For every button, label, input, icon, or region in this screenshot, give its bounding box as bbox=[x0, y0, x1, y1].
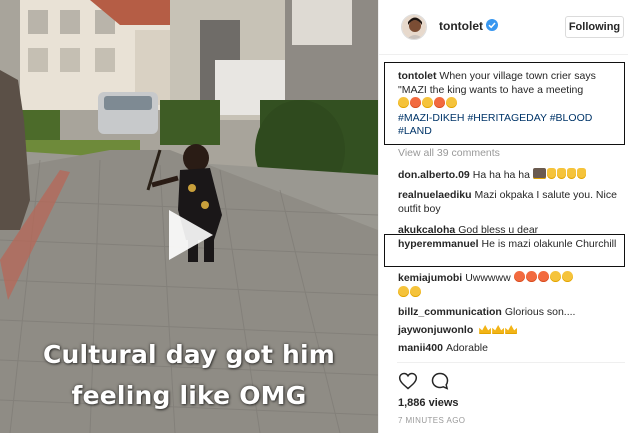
comments-list[interactable]: tontolet When your village town crier sa… bbox=[379, 62, 628, 362]
comment-item: realnuelaediku Mazi okpaka I salute you. … bbox=[398, 189, 623, 216]
emoji-family-icon bbox=[532, 168, 546, 179]
hashtag-heritageday[interactable]: #HERITAGEDAY bbox=[467, 112, 546, 124]
emoji-smile-icon bbox=[410, 285, 421, 297]
comment-text: Uwwwww bbox=[465, 272, 511, 284]
emoji-smile-icon bbox=[398, 285, 409, 297]
hashtag-mazi-dikeh[interactable]: #MAZI-DIKEH bbox=[398, 112, 465, 124]
caption-text: tontolet When your village town crier sa… bbox=[398, 70, 618, 139]
comment-username[interactable]: billz_communication bbox=[398, 306, 502, 318]
comment-icon[interactable] bbox=[430, 371, 450, 391]
video-player[interactable]: Cultural day got him feeling like OMG bbox=[0, 0, 378, 433]
video-caption-line-2: feeling like OMG bbox=[71, 381, 307, 410]
heart-icon[interactable] bbox=[398, 371, 418, 391]
view-count[interactable]: 1,886 views bbox=[398, 397, 459, 409]
hashtag-blood[interactable]: #BLOOD bbox=[550, 112, 593, 124]
emoji-crown-icon bbox=[479, 325, 492, 334]
avatar[interactable] bbox=[401, 14, 427, 40]
view-all-comments-link[interactable]: View all 39 comments bbox=[398, 147, 500, 159]
post-panel: tontolet Following tontolet When your vi… bbox=[378, 0, 628, 433]
emoji-heart-eyes-icon bbox=[537, 271, 549, 282]
comment-username[interactable]: realnuelaediku bbox=[398, 189, 472, 201]
emoji-ok-hand-icon bbox=[546, 168, 556, 179]
emoji-rage-icon bbox=[434, 97, 445, 108]
comment-text: Ha ha ha ha bbox=[472, 169, 530, 181]
caption-username[interactable]: tontolet bbox=[398, 70, 437, 82]
comment-username[interactable]: manii400 bbox=[398, 342, 443, 354]
comment-text: Adorable bbox=[445, 342, 488, 354]
comment-username[interactable]: jaywonjuwonlo bbox=[398, 324, 473, 336]
emoji-crown-icon bbox=[505, 325, 518, 334]
video-caption-line-1: Cultural day got him bbox=[42, 340, 336, 369]
emoji-heart-eyes-icon bbox=[513, 271, 525, 282]
emoji-ok-hand-icon bbox=[576, 168, 586, 179]
comment-item: kemiajumobi Uwwwww bbox=[398, 271, 623, 300]
actions-divider bbox=[397, 362, 625, 363]
avatar-image bbox=[402, 15, 426, 39]
post-header: tontolet Following bbox=[379, 0, 628, 55]
comment-text: He is mazi olakunle Churchill bbox=[481, 238, 617, 250]
comment-username[interactable]: don.alberto.09 bbox=[398, 169, 470, 181]
emoji-angry-icon bbox=[410, 97, 421, 108]
comment-item: don.alberto.09 Ha ha ha ha bbox=[398, 168, 623, 183]
comment-text: Glorious son.... bbox=[504, 306, 576, 318]
header-username[interactable]: tontolet bbox=[439, 19, 483, 33]
hashtag-land[interactable]: #LAND bbox=[398, 125, 432, 137]
comment-item: jaywonjuwonlo bbox=[398, 324, 623, 338]
emoji-laugh-icon bbox=[398, 97, 409, 108]
following-button[interactable]: Following bbox=[565, 16, 624, 38]
emoji-cat-icon bbox=[446, 97, 457, 108]
verified-icon bbox=[486, 19, 498, 31]
comment-item: hyperemmanuel He is mazi olakunle Churchi… bbox=[398, 238, 623, 252]
comment-username[interactable]: hyperemmanuel bbox=[398, 238, 479, 250]
emoji-ok-hand-icon bbox=[566, 168, 576, 179]
emoji-grimace-icon bbox=[422, 97, 433, 108]
emoji-ok-hand-icon bbox=[556, 168, 566, 179]
play-icon[interactable] bbox=[161, 208, 215, 262]
emoji-smile-icon bbox=[561, 271, 573, 282]
comment-item: billz_communication Glorious son.... bbox=[398, 306, 623, 320]
comment-username[interactable]: kemiajumobi bbox=[398, 272, 462, 284]
post-timestamp: 7 MINUTES AGO bbox=[398, 416, 466, 425]
emoji-crown-icon bbox=[492, 325, 505, 334]
emoji-smile-icon bbox=[549, 271, 561, 282]
comment-item: manii400 Adorable bbox=[398, 342, 623, 356]
emoji-heart-eyes-icon bbox=[525, 271, 537, 282]
